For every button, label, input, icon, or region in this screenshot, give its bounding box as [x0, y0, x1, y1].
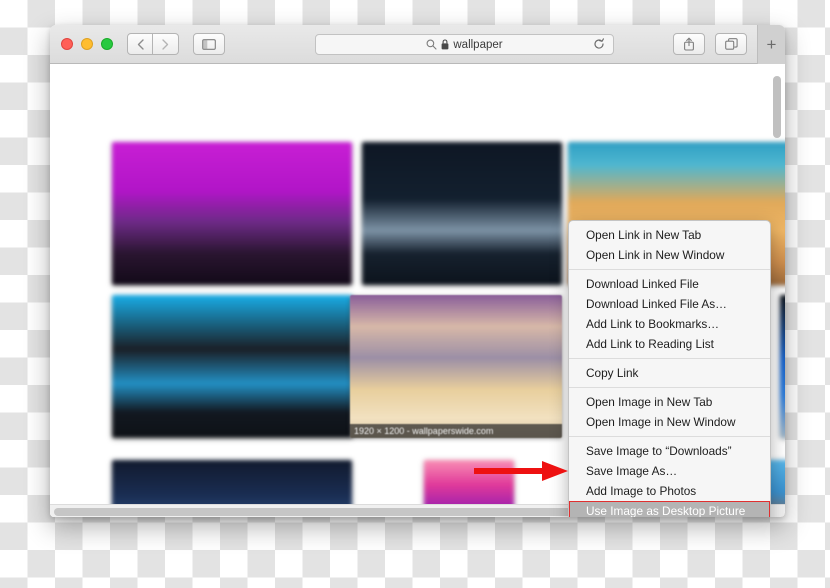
- context-menu-item-open-image-in-new-tab[interactable]: Open Image in New Tab: [569, 392, 770, 412]
- image-thumbnail-snowy-mountain-sunset[interactable]: 1920 × 1200 - wallpaperswide.com: [350, 295, 562, 438]
- close-window-button[interactable]: [61, 38, 73, 50]
- context-menu: Open Link in New Tab Open Link in New Win…: [568, 220, 771, 517]
- context-menu-item-open-link-in-new-window[interactable]: Open Link in New Window: [569, 245, 770, 265]
- lock-icon: [441, 39, 449, 50]
- forward-button[interactable]: [153, 33, 179, 55]
- context-menu-item-label: Add Image to Photos: [586, 484, 697, 498]
- context-menu-item-label: Save Image As…: [586, 464, 678, 478]
- context-menu-item-add-image-to-photos[interactable]: Add Image to Photos: [569, 481, 770, 501]
- minimize-window-button[interactable]: [81, 38, 93, 50]
- share-button[interactable]: [673, 33, 705, 55]
- navigation-buttons: [127, 33, 179, 55]
- context-menu-item-label: Save Image to “Downloads”: [586, 444, 732, 458]
- safari-browser-window: wallpaper + 1920 × 1200 - wallpaperswide…: [50, 25, 785, 517]
- context-menu-item-label: Use Image as Desktop Picture: [586, 504, 746, 517]
- image-dimensions-caption: 1920 × 1200 - wallpaperswide.com: [350, 424, 562, 438]
- sidebar-icon: [202, 38, 216, 50]
- context-menu-separator: [569, 358, 770, 359]
- context-menu-item-label: Download Linked File As…: [586, 297, 727, 311]
- address-bar-container: wallpaper: [315, 34, 614, 55]
- back-button[interactable]: [127, 33, 153, 55]
- reload-glyph-icon: [594, 37, 604, 49]
- context-menu-item-use-image-as-desktop-picture[interactable]: Use Image as Desktop Picture: [569, 501, 770, 517]
- chevron-left-icon: [137, 38, 144, 50]
- search-icon: [426, 39, 437, 50]
- context-menu-item-open-link-in-new-tab[interactable]: Open Link in New Tab: [569, 225, 770, 245]
- context-menu-item-label: Open Link in New Tab: [586, 228, 702, 242]
- address-bar-text: wallpaper: [453, 38, 503, 51]
- context-menu-separator: [569, 436, 770, 437]
- context-menu-item-download-linked-file-as[interactable]: Download Linked File As…: [569, 294, 770, 314]
- context-menu-item-save-image-to-downloads[interactable]: Save Image to “Downloads”: [569, 441, 770, 461]
- zoom-window-button[interactable]: [101, 38, 113, 50]
- context-menu-item-open-image-in-new-window[interactable]: Open Image in New Window: [569, 412, 770, 432]
- tabs-icon: [724, 37, 738, 50]
- context-menu-item-add-link-to-reading-list[interactable]: Add Link to Reading List: [569, 334, 770, 354]
- context-menu-item-add-link-to-bookmarks[interactable]: Add Link to Bookmarks…: [569, 314, 770, 334]
- chevron-right-icon: [162, 38, 169, 50]
- context-menu-separator: [569, 269, 770, 270]
- image-thumbnail-dark-navy-reflection[interactable]: [362, 142, 562, 285]
- context-menu-item-label: Download Linked File: [586, 277, 699, 291]
- context-menu-item-label: Open Link in New Window: [586, 248, 725, 262]
- new-tab-button[interactable]: +: [757, 25, 785, 64]
- context-menu-item-download-linked-file[interactable]: Download Linked File: [569, 274, 770, 294]
- window-traffic-lights: [61, 38, 113, 50]
- context-menu-item-label: Copy Link: [586, 366, 639, 380]
- context-menu-item-label: Add Link to Reading List: [586, 337, 714, 351]
- vertical-scrollbar-thumb[interactable]: [773, 76, 781, 138]
- image-thumbnail-cyan-car-headlights[interactable]: [112, 295, 352, 438]
- page-root: wallpaper + 1920 × 1200 - wallpaperswide…: [0, 0, 830, 588]
- context-menu-item-label: Open Image in New Tab: [586, 395, 713, 409]
- show-all-tabs-button[interactable]: [715, 33, 747, 55]
- vertical-scrollbar[interactable]: [773, 76, 781, 496]
- browser-toolbar: wallpaper +: [50, 25, 785, 64]
- sidebar-toggle-group: [193, 33, 225, 55]
- sidebar-toggle-button[interactable]: [193, 33, 225, 55]
- context-menu-item-label: Open Image in New Window: [586, 415, 736, 429]
- context-menu-item-save-image-as[interactable]: Save Image As…: [569, 461, 770, 481]
- context-menu-item-label: Add Link to Bookmarks…: [586, 317, 720, 331]
- address-bar-content: wallpaper: [426, 38, 503, 51]
- context-menu-item-copy-link[interactable]: Copy Link: [569, 363, 770, 383]
- page-content-area: 1920 × 1200 - wallpaperswide.com Open Li…: [50, 64, 785, 517]
- reload-icon[interactable]: [593, 37, 605, 52]
- image-thumbnail-magenta-bridge-cityscape[interactable]: [112, 142, 352, 285]
- new-tab-label: +: [766, 35, 777, 54]
- address-search-field[interactable]: wallpaper: [315, 34, 614, 55]
- toolbar-right-buttons: [673, 33, 747, 55]
- share-icon: [684, 37, 694, 51]
- context-menu-separator: [569, 387, 770, 388]
